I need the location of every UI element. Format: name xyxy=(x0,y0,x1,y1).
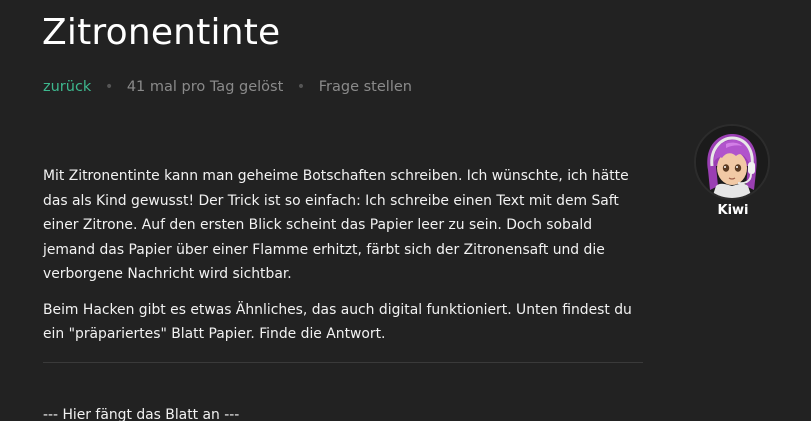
author-box: Kiwi xyxy=(694,124,772,218)
kiwi-avatar-icon xyxy=(694,124,770,200)
description-paragraph: Beim Hacken gibt es etwas Ähnliches, das… xyxy=(43,301,632,343)
challenge-description: Mit Zitronentinte kann man geheime Botsc… xyxy=(43,164,643,358)
meta-separator: • xyxy=(296,79,306,95)
meta-bar: zurück • 41 mal pro Tag gelöst • Frage s… xyxy=(43,79,412,95)
back-link[interactable]: zurück xyxy=(43,79,91,95)
author-name: Kiwi xyxy=(717,203,749,218)
page: Zitronentinte zurück • 41 mal pro Tag ge… xyxy=(0,0,811,421)
page-title: Zitronentinte xyxy=(42,12,281,53)
description-paragraph: Mit Zitronentinte kann man geheime Botsc… xyxy=(43,168,629,282)
divider xyxy=(43,362,643,363)
ask-question-link[interactable]: Frage stellen xyxy=(319,79,412,95)
sheet-start-text: --- Hier fängt das Blatt an --- xyxy=(43,407,240,421)
solved-count: 41 mal pro Tag gelöst xyxy=(126,79,284,95)
meta-separator: • xyxy=(104,79,114,95)
